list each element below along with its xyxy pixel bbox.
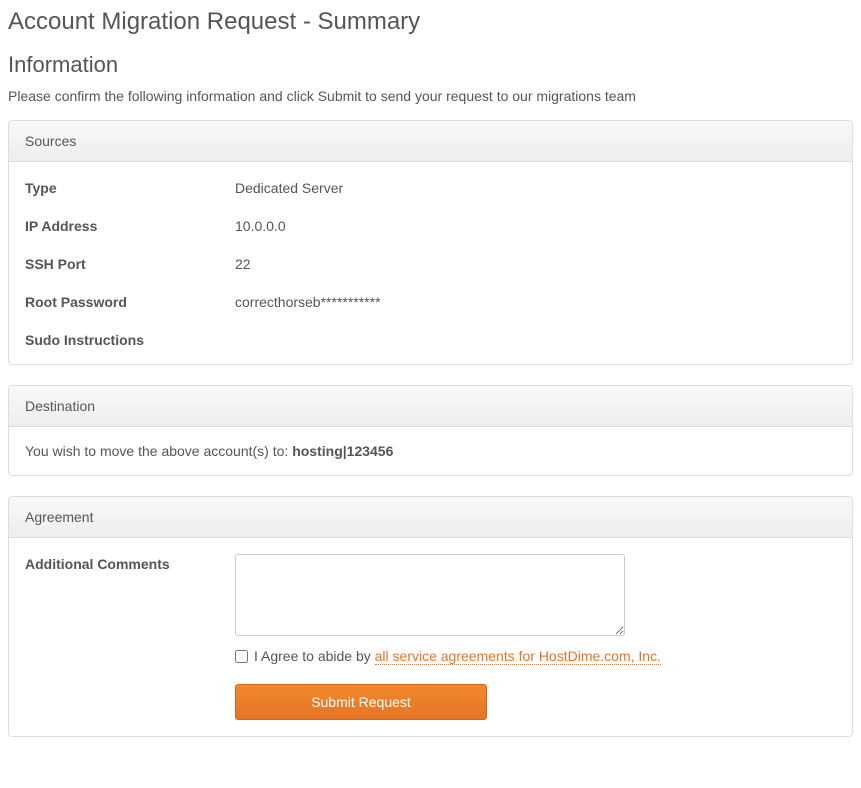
page-title: Account Migration Request - Summary: [8, 8, 853, 36]
row-type: Type Dedicated Server: [25, 178, 836, 196]
section-title: Information: [8, 52, 853, 78]
destination-header: Destination: [9, 386, 852, 427]
label-ip: IP Address: [25, 216, 235, 234]
label-ssh: SSH Port: [25, 254, 235, 272]
label-password: Root Password: [25, 292, 235, 310]
destination-prefix: You wish to move the above account(s) to…: [25, 443, 292, 459]
submit-button[interactable]: Submit Request: [235, 684, 487, 720]
agree-link[interactable]: all service agreements for HostDime.com,…: [375, 648, 661, 665]
row-sudo: Sudo Instructions: [25, 330, 836, 348]
label-type: Type: [25, 178, 235, 196]
label-sudo: Sudo Instructions: [25, 330, 235, 348]
agree-checkbox[interactable]: [235, 650, 248, 663]
destination-target: hosting|123456: [292, 443, 393, 459]
sources-panel: Sources Type Dedicated Server IP Address…: [8, 120, 853, 365]
value-password: correcthorseb***********: [235, 292, 381, 310]
row-ssh: SSH Port 22: [25, 254, 836, 272]
comments-label: Additional Comments: [25, 554, 235, 572]
intro-text: Please confirm the following information…: [8, 88, 853, 104]
row-password: Root Password correcthorseb***********: [25, 292, 836, 310]
row-ip: IP Address 10.0.0.0: [25, 216, 836, 234]
agree-prefix: I Agree to abide by: [254, 648, 375, 664]
agreement-panel: Agreement Additional Comments I Agree to…: [8, 496, 853, 737]
destination-panel: Destination You wish to move the above a…: [8, 385, 853, 476]
value-type: Dedicated Server: [235, 178, 343, 196]
agree-label: I Agree to abide by all service agreemen…: [254, 648, 661, 664]
destination-text: You wish to move the above account(s) to…: [25, 443, 393, 459]
sources-header: Sources: [9, 121, 852, 162]
value-ssh: 22: [235, 254, 251, 272]
comments-input[interactable]: [235, 554, 625, 636]
agreement-header: Agreement: [9, 497, 852, 538]
value-ip: 10.0.0.0: [235, 216, 286, 234]
